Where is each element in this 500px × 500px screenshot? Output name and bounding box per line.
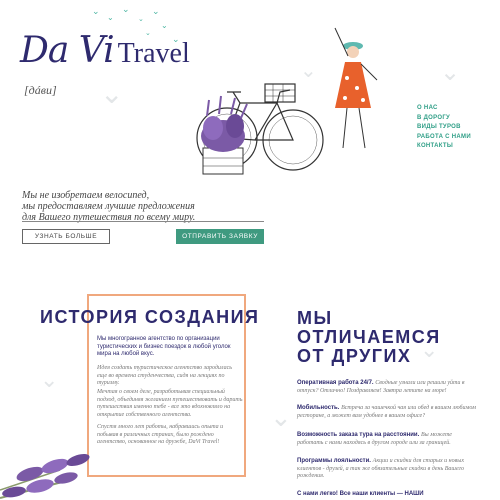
differences-title-line: ОТЛИЧАЕМСЯ [297, 327, 441, 347]
bird-icon: ⌄ [122, 5, 130, 15]
logo-transcription: [дáви] [24, 83, 57, 97]
lavender-decoration [0, 453, 90, 499]
difference-key: С нами легко! Все наши клиенты — НАШИ [297, 491, 424, 497]
difference-item: Возможность заказа тура на расстоянии. В… [297, 432, 477, 447]
nav-item-about[interactable]: О НАС [417, 104, 471, 114]
nav-item-tour-types[interactable]: ВИДЫ ТУРОВ [417, 123, 471, 133]
bird-icon: ⌄ [161, 21, 168, 30]
difference-item: С нами легко! Все наши клиенты — НАШИ [297, 491, 477, 499]
difference-item: Мобильность. Встреча за чашечкой чая или… [297, 405, 477, 420]
bird-silhouette-icon: ⌄ [40, 368, 59, 393]
history-paragraph: Идея создать туристическое агентство зар… [97, 365, 233, 386]
difference-item: Программы лояльности. Акции и скидки для… [297, 458, 477, 481]
bird-icon: ⌄ [107, 13, 114, 22]
site-logo[interactable]: Da Vi Travel [20, 30, 190, 71]
tagline-line: мы предоставляем лучшие предложения [22, 201, 195, 212]
bird-icon: ⌄ [138, 15, 144, 23]
bird-silhouette-icon: ⌄ [100, 77, 124, 110]
bird-icon: ⌄ [152, 7, 160, 17]
nav-item-contacts[interactable]: КОНТАКТЫ [417, 142, 471, 152]
differences-title-line: ОТ ДРУГИХ [297, 346, 412, 366]
send-request-button[interactable]: ОТПРАВИТЬ ЗАЯВКУ [176, 229, 264, 244]
difference-key: Оперативная работа 24/7. [297, 380, 374, 386]
bird-silhouette-icon: ⌄ [270, 403, 292, 433]
difference-item: Оперативная работа 24/7. Сводные узнали … [297, 380, 477, 395]
divider [22, 221, 264, 222]
differences-title-line: МЫ [297, 308, 333, 328]
tagline-line: Мы не изобретаем велосипед, [22, 190, 150, 201]
differences-title: МЫ ОТЛИЧАЕМСЯ ОТ ДРУГИХ [297, 309, 457, 366]
history-paragraph: Мечтая о своем деле, разработывая специа… [97, 389, 243, 418]
difference-key: Мобильность. [297, 405, 340, 411]
difference-key: Программы лояльности. [297, 458, 371, 464]
logo-word-text: Travel [117, 38, 190, 69]
hero-illustration [196, 27, 378, 175]
girl-illustration [334, 27, 378, 149]
learn-more-button[interactable]: УЗНАТЬ БОЛЬШЕ [22, 229, 110, 244]
bird-silhouette-icon: ⌄ [440, 58, 461, 86]
main-nav: О НАС В ДОРОГУ ВИДЫ ТУРОВ РАБОТА С НАМИ … [417, 104, 471, 152]
bird-icon: ⌄ [92, 7, 100, 17]
logo-script-text: Da Vi [20, 30, 115, 71]
hero-tagline: Мы не изобретаем велосипед, мы предостав… [22, 190, 272, 223]
history-paragraph: Спустя много лет работы, набравшись опыт… [97, 424, 224, 445]
history-lead: Мы многогранное агентство по организации… [97, 336, 231, 357]
nav-item-work-with-us[interactable]: РАБОТА С НАМИ [417, 133, 471, 143]
difference-key: Возможность заказа тура на расстоянии. [297, 432, 420, 438]
history-title: ИСТОРИЯ СОЗДАНИЯ [40, 307, 260, 327]
nav-item-on-the-road[interactable]: В ДОРОГУ [417, 114, 471, 124]
